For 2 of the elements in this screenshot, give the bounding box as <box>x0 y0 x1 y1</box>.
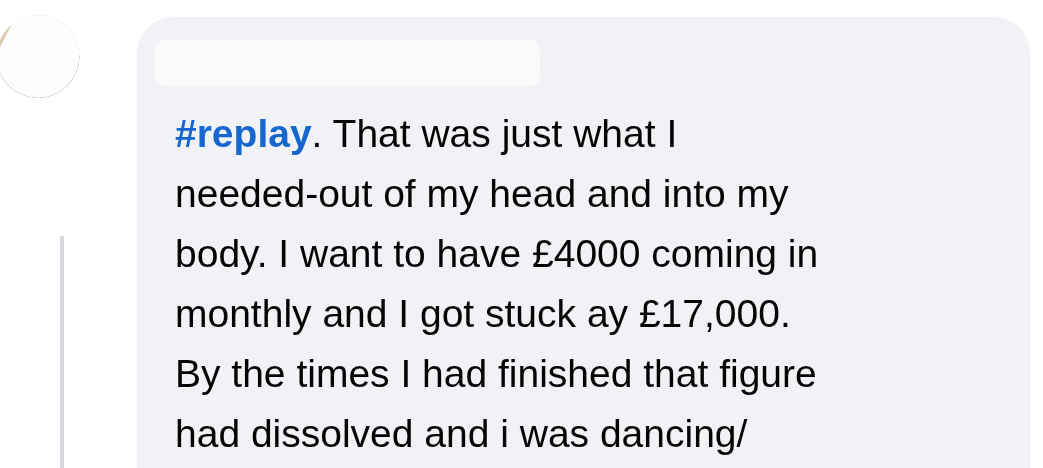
hashtag-link[interactable]: #replay <box>175 112 312 155</box>
comment-text: #replay. That was just what I needed-out of my head and into my body. I want to have £4000 coming in monthly and I got stuck ay £17,000. By the times I had finished that figure had dissolved and i was dancing/ <box>175 111 820 457</box>
